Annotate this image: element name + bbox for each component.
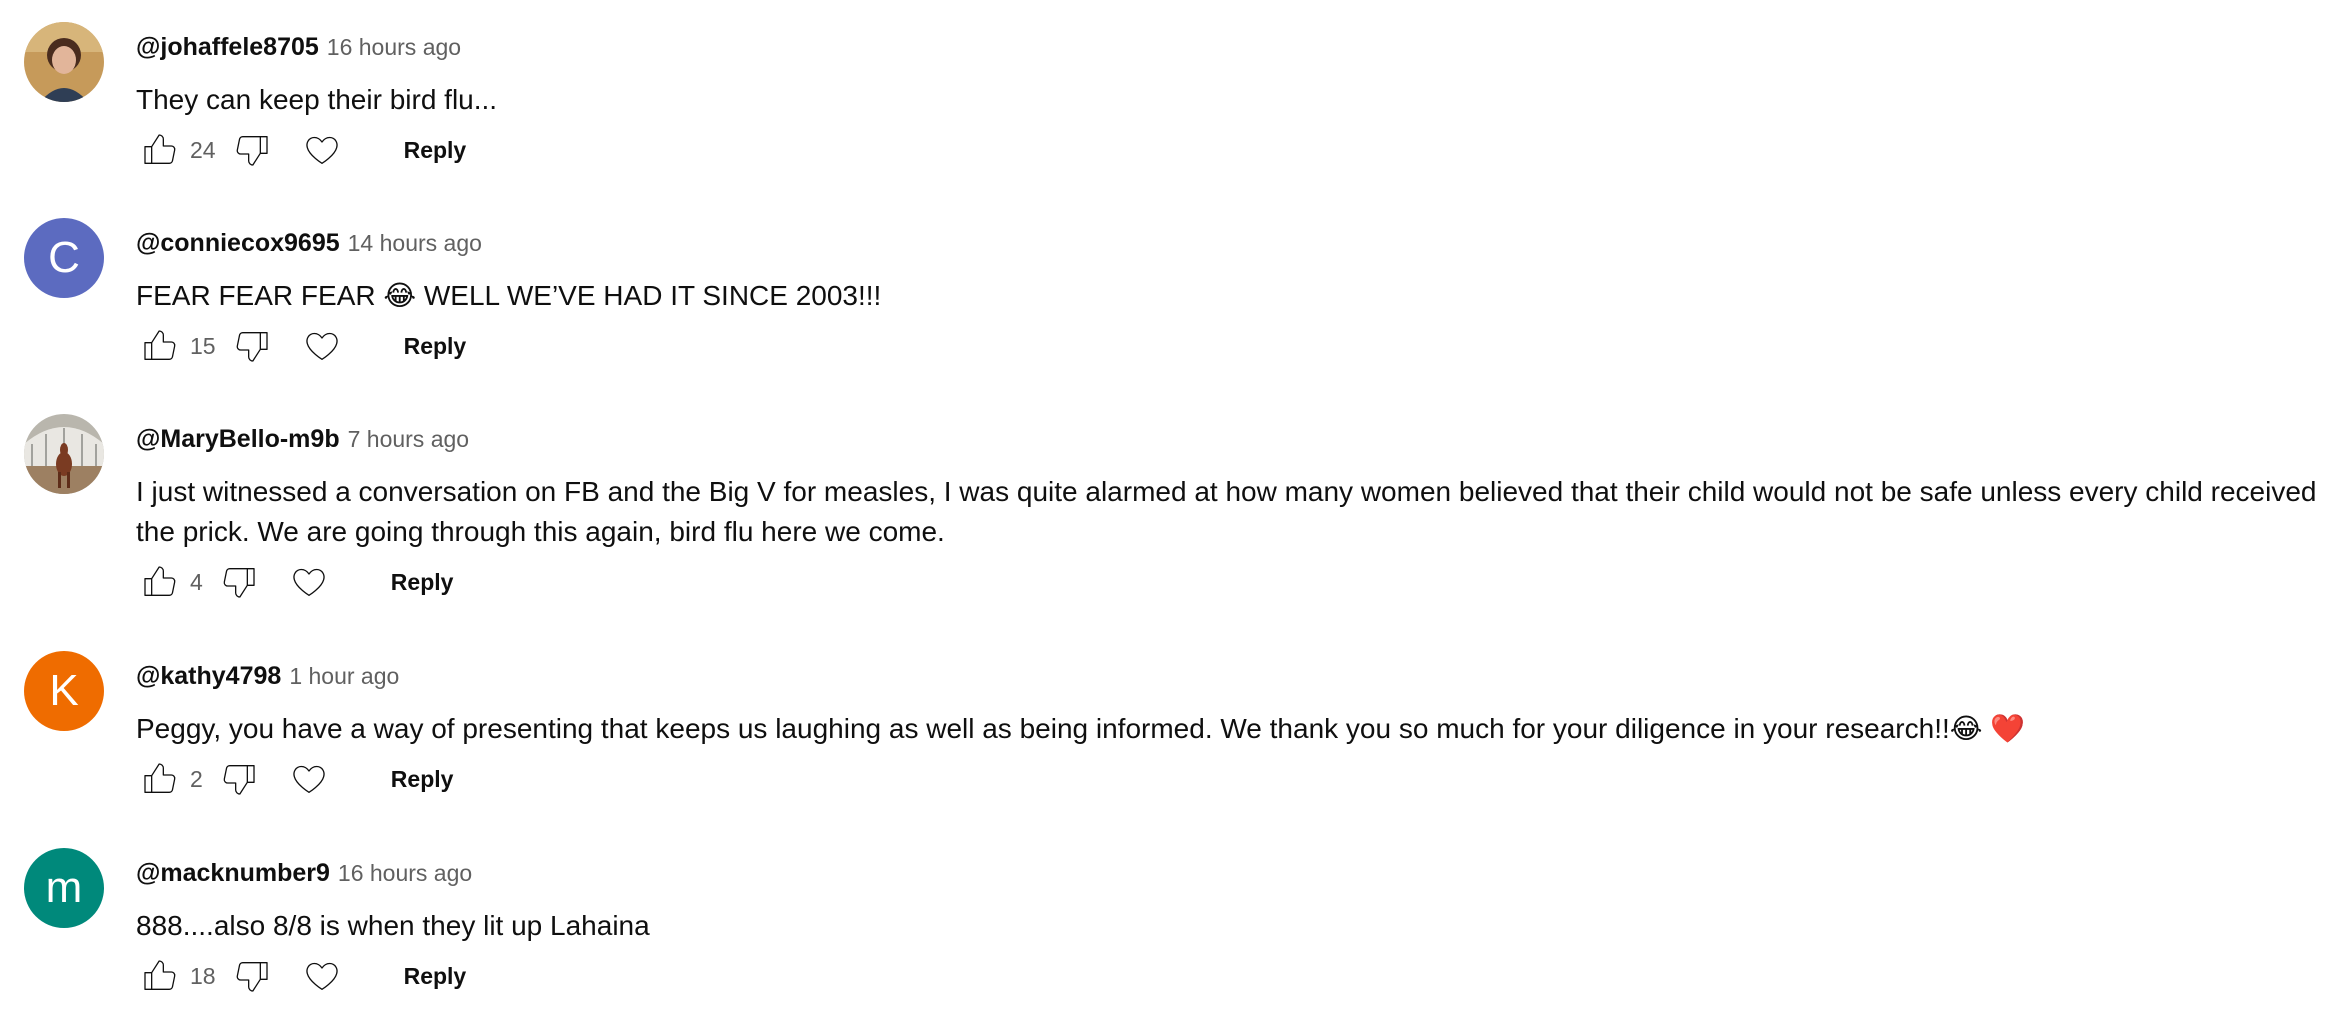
- like-count: 24: [190, 136, 216, 163]
- thumb-down-icon: [219, 759, 259, 799]
- thumb-down-icon: [232, 130, 272, 170]
- comment-text: 888....also 8/8 is when they lit up Laha…: [136, 910, 650, 941]
- thumb-up-icon: [140, 326, 180, 366]
- like-count: 15: [190, 332, 216, 359]
- dislike-button[interactable]: [215, 558, 263, 606]
- heart-icon: [302, 956, 342, 996]
- comment-timestamp[interactable]: 14 hours ago: [348, 230, 482, 256]
- avatar[interactable]: m: [24, 848, 104, 928]
- thumb-up-icon: [140, 130, 180, 170]
- comment-actions: 18 Reply: [136, 952, 484, 1000]
- comment-actions: 15 Reply: [136, 322, 484, 370]
- like-count: 4: [190, 568, 203, 595]
- comment-actions: 2 Reply: [136, 755, 471, 803]
- comment-author[interactable]: @johaffele8705: [136, 33, 319, 61]
- avatar-letter: C: [48, 233, 80, 282]
- heart-icon: [289, 759, 329, 799]
- comment-item: @MaryBello-m9b 7 hours ago I just witness…: [0, 414, 2348, 614]
- thumb-down-icon: [232, 956, 272, 996]
- reply-button[interactable]: Reply: [386, 323, 485, 370]
- avatar-photo-horse: [24, 414, 104, 494]
- comment-item: C @conniecox9695 14 hours ago FEAR FEAR F…: [0, 218, 2348, 378]
- avatar-photo-woman: [24, 22, 104, 102]
- comment-timestamp[interactable]: 1 hour ago: [289, 663, 399, 689]
- comment-item: @johaffele8705 16 hours ago They can keep…: [0, 22, 2348, 182]
- heart-button[interactable]: [298, 952, 346, 1000]
- heart-icon: [289, 562, 329, 602]
- thumb-up-icon: [140, 759, 180, 799]
- reply-button[interactable]: Reply: [386, 127, 485, 174]
- comment-text: I just witnessed a conversation on FB an…: [136, 476, 2317, 547]
- heart-button[interactable]: [298, 322, 346, 370]
- avatar[interactable]: K: [24, 651, 104, 731]
- avatar[interactable]: [24, 414, 104, 494]
- thumb-down-icon: [232, 326, 272, 366]
- avatar[interactable]: [24, 22, 104, 102]
- reply-button[interactable]: Reply: [373, 559, 472, 606]
- like-button[interactable]: [136, 952, 184, 1000]
- thumb-down-icon: [219, 562, 259, 602]
- dislike-button[interactable]: [228, 952, 276, 1000]
- dislike-button[interactable]: [215, 755, 263, 803]
- like-button[interactable]: [136, 126, 184, 174]
- heart-button[interactable]: [298, 126, 346, 174]
- avatar[interactable]: C: [24, 218, 104, 298]
- thumb-up-icon: [140, 562, 180, 602]
- like-count: 18: [190, 962, 216, 989]
- comment-author[interactable]: @conniecox9695: [136, 229, 340, 257]
- reply-button[interactable]: Reply: [386, 953, 485, 1000]
- heart-button[interactable]: [285, 755, 333, 803]
- comment-timestamp[interactable]: 16 hours ago: [327, 34, 461, 60]
- comment-timestamp[interactable]: 16 hours ago: [338, 860, 472, 886]
- comment-actions: 24 Reply: [136, 126, 484, 174]
- comment-timestamp[interactable]: 7 hours ago: [348, 426, 469, 452]
- comment-text: FEAR FEAR FEAR 😂 WELL WE’VE HAD IT SINCE…: [136, 280, 882, 311]
- reply-button[interactable]: Reply: [373, 756, 472, 803]
- heart-button[interactable]: [285, 558, 333, 606]
- heart-icon: [302, 326, 342, 366]
- comment-item: K @kathy4798 1 hour ago Peggy, you have a…: [0, 651, 2348, 811]
- like-button[interactable]: [136, 755, 184, 803]
- comment-author[interactable]: @kathy4798: [136, 662, 281, 690]
- comment-actions: 4 Reply: [136, 558, 471, 606]
- like-button[interactable]: [136, 322, 184, 370]
- like-count: 2: [190, 765, 203, 792]
- comment-author[interactable]: @macknumber9: [136, 859, 330, 887]
- avatar-letter: m: [45, 863, 83, 912]
- comment-text: They can keep their bird flu...: [136, 84, 498, 115]
- heart-icon: [302, 130, 342, 170]
- dislike-button[interactable]: [228, 322, 276, 370]
- dislike-button[interactable]: [228, 126, 276, 174]
- like-button[interactable]: [136, 558, 184, 606]
- comment-text: Peggy, you have a way of presenting that…: [136, 713, 2026, 744]
- avatar-letter: K: [49, 666, 79, 715]
- comment-author[interactable]: @MaryBello-m9b: [136, 425, 340, 453]
- thumb-up-icon: [140, 956, 180, 996]
- comment-item: m @macknumber9 16 hours ago 888....also 8…: [0, 848, 2348, 1008]
